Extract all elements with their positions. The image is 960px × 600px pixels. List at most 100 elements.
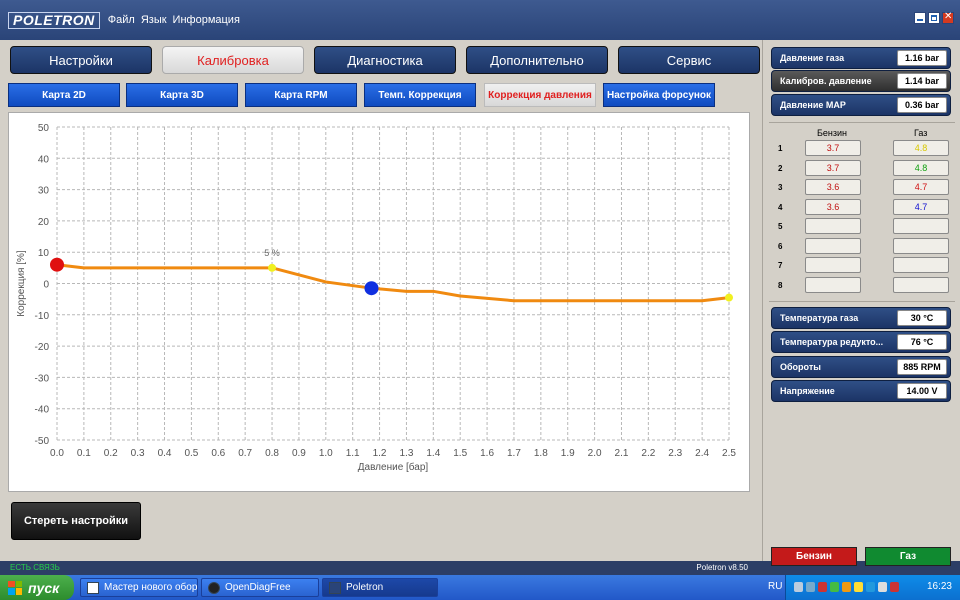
x-tick-label: 1.0: [319, 448, 333, 459]
tab-additional[interactable]: Дополнительно: [466, 46, 608, 74]
x-tick-label: 0.2: [104, 448, 118, 459]
window-controls: [914, 11, 954, 24]
injector-number: 7: [778, 261, 783, 270]
window-icon: [87, 581, 99, 594]
gas-injection-time: [893, 276, 949, 293]
y-tick-label: 0: [43, 280, 49, 291]
x-tick-label: 2.5: [722, 448, 736, 459]
task-wizard[interactable]: Мастер нового обор...: [80, 578, 198, 597]
x-tick-label: 0.1: [77, 448, 91, 459]
gas-mode-button[interactable]: Газ: [865, 547, 951, 566]
tab-service[interactable]: Сервис: [618, 46, 760, 74]
subtab-map-rpm[interactable]: Карта RPM: [245, 83, 357, 107]
injector-number: 3: [778, 183, 783, 192]
tray-icon[interactable]: [866, 582, 875, 592]
gas-temperature-value: 30 °C: [897, 310, 947, 326]
x-tick-label: 1.2: [373, 448, 387, 459]
petrol-injection-time: 3.7: [805, 159, 861, 176]
opendiag-icon: [208, 581, 220, 594]
subtab-temp-correction[interactable]: Темп. Коррекция: [364, 83, 476, 107]
petrol-injection-time: [805, 276, 861, 293]
y-tick-label: 10: [38, 248, 50, 259]
x-tick-label: 1.8: [534, 448, 548, 459]
reducer-temperature-value: 76 °C: [897, 334, 947, 350]
subtab-map-3d[interactable]: Карта 3D: [126, 83, 238, 107]
x-tick-label: 0.0: [50, 448, 64, 459]
erase-settings-button[interactable]: Стереть настройки: [11, 502, 141, 540]
y-tick-label: 40: [38, 154, 50, 165]
control-point[interactable]: [725, 293, 733, 302]
petrol-injection-time: [805, 218, 861, 234]
tray-icon[interactable]: [842, 582, 851, 592]
start-label: пуск: [28, 579, 60, 596]
gas-temperature-readout: Температура газа 30 °C: [771, 307, 951, 329]
subtab-map-2d[interactable]: Карта 2D: [8, 83, 120, 107]
gas-injection-time: [893, 218, 949, 234]
tray-icon[interactable]: [878, 582, 887, 592]
minimize-icon[interactable]: [914, 12, 926, 24]
control-point[interactable]: [268, 263, 277, 272]
tab-settings[interactable]: Настройки: [10, 46, 152, 74]
y-tick-label: 30: [38, 186, 50, 197]
y-axis-label: Коррекция [%]: [16, 250, 27, 317]
tray-icon[interactable]: [806, 582, 815, 592]
y-tick-label: 50: [38, 123, 50, 134]
x-tick-label: 1.1: [346, 448, 360, 459]
tab-diagnostics[interactable]: Диагностика: [314, 46, 456, 74]
y-tick-label: 20: [38, 217, 50, 228]
petrol-mode-button[interactable]: Бензин: [771, 547, 857, 566]
voltage-label: Напряжение: [780, 386, 835, 396]
version-label: Poletron v8.50: [696, 563, 748, 572]
menu-info[interactable]: Информация: [173, 14, 240, 26]
start-button[interactable]: пуск: [0, 575, 74, 600]
tray-icon[interactable]: [830, 582, 839, 592]
gas-temperature-label: Температура газа: [780, 313, 859, 323]
tab-calibration[interactable]: Калибровка: [162, 46, 304, 74]
gas-injection-time: [893, 237, 949, 254]
clock: 16:23: [926, 581, 952, 592]
tray-icon[interactable]: [794, 582, 803, 592]
reducer-temperature-readout: Температура редукто... 76 °C: [771, 331, 951, 353]
petrol-injection-time: 3.6: [805, 198, 861, 215]
gas-injection-time: 4.7: [893, 198, 949, 215]
tray-icon[interactable]: [854, 582, 863, 592]
menu-language[interactable]: Язык: [141, 14, 167, 26]
tray-icon[interactable]: [818, 582, 827, 592]
control-point[interactable]: [364, 281, 379, 296]
pressure-correction-chart[interactable]: 0.0 0.1 0.2 0.3 0.4 0.5 0.6 0.7 0.8 0.9 1.0 1.1 1.2 1…: [8, 112, 750, 492]
petrol-column-header: Бензин: [817, 128, 848, 138]
chart-svg[interactable]: 0.0 0.1 0.2 0.3 0.4 0.5 0.6 0.7 0.8 0.9 1.0 1.1 1.2 1…: [9, 113, 751, 493]
x-tick-label: 1.7: [507, 448, 521, 459]
x-tick-label: 1.3: [399, 448, 413, 459]
injector-number: 1: [778, 144, 783, 153]
subtab-injector-settings[interactable]: Настройка форсунок: [603, 83, 715, 107]
subtab-pressure-correction[interactable]: Коррекция давления: [484, 83, 596, 107]
x-tick-label: 1.6: [480, 448, 494, 459]
gas-pressure-value: 1.16 bar: [897, 50, 947, 66]
calibration-pressure-value: 1.14 bar: [897, 73, 947, 89]
x-tick-label: 0.8: [265, 448, 279, 459]
injector-number: 6: [778, 241, 783, 251]
divider: [769, 122, 955, 123]
rpm-value: 885 RPM: [897, 359, 947, 375]
maximize-icon[interactable]: [928, 12, 940, 24]
reducer-temperature-label: Температура редукто...: [780, 337, 884, 347]
menu-file[interactable]: Файл: [108, 14, 135, 26]
gas-injection-time: 4.8: [893, 140, 949, 156]
tray-icon[interactable]: [890, 582, 899, 592]
calibration-pressure-readout: Калибров. давление 1.14 bar: [771, 70, 951, 92]
app-logo: POLETRON: [8, 11, 100, 29]
task-poletron[interactable]: Poletron: [322, 578, 438, 597]
x-tick-label: 0.4: [158, 448, 172, 459]
language-indicator[interactable]: RU: [768, 581, 782, 592]
task-label: OpenDiagFree: [225, 582, 291, 593]
control-point[interactable]: [50, 257, 64, 272]
x-tick-label: 2.1: [615, 448, 629, 459]
close-icon[interactable]: [942, 11, 954, 24]
x-tick-label: 2.4: [695, 448, 709, 459]
task-opendiag[interactable]: OpenDiagFree: [201, 578, 319, 597]
gas-pressure-readout: Давление газа 1.16 bar: [771, 47, 951, 69]
x-tick-label: 0.5: [184, 448, 198, 459]
rpm-label: Обороты: [780, 362, 821, 372]
x-tick-label: 0.9: [292, 448, 306, 459]
